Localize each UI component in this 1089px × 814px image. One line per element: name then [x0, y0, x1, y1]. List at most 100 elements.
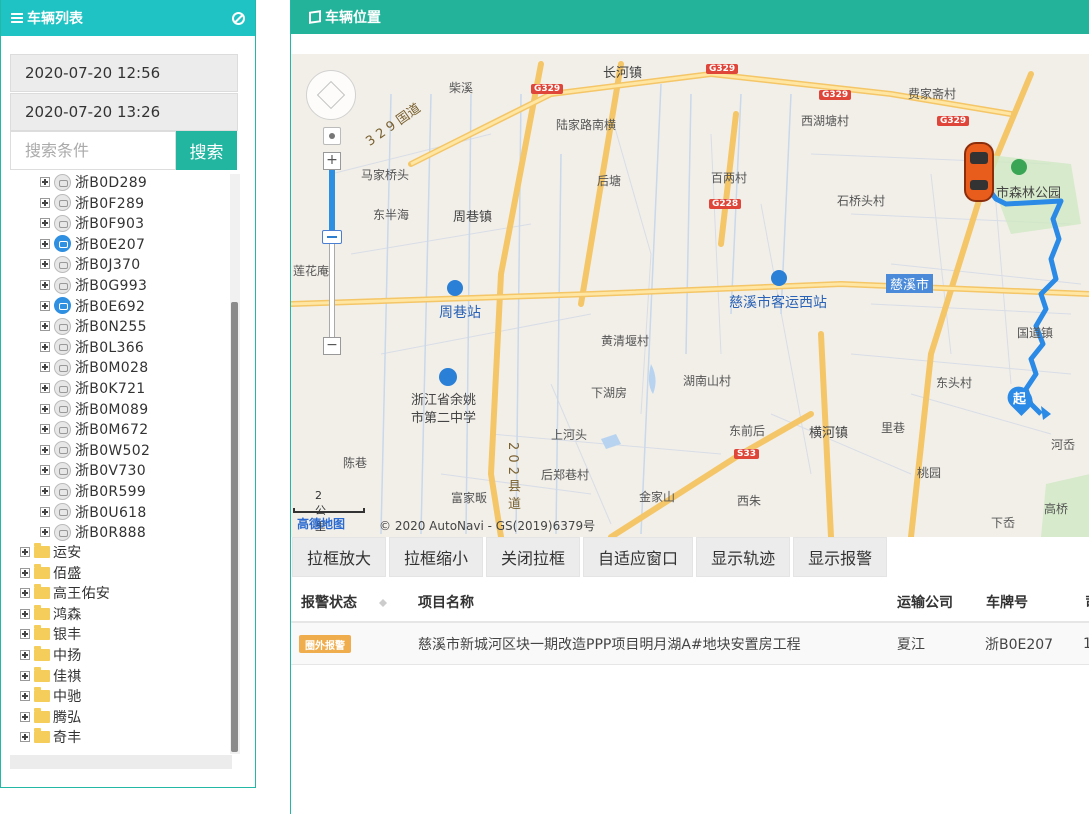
map-label: 陆家路南横: [556, 118, 617, 132]
fit-window-button[interactable]: 自适应窗口: [583, 537, 694, 577]
expand-icon[interactable]: [40, 218, 50, 229]
map-icon: [309, 10, 321, 24]
vehicle-item[interactable]: 浙B0M028: [40, 357, 148, 377]
vehicle-item[interactable]: 浙B0L366: [40, 337, 144, 357]
map-label: 河岙: [1051, 438, 1076, 452]
expand-icon[interactable]: [40, 383, 50, 393]
map-pan-control[interactable]: [306, 70, 356, 120]
show-track-button[interactable]: 显示轨迹: [696, 537, 791, 577]
group-label: 佳祺: [53, 668, 82, 685]
expand-icon[interactable]: [40, 177, 50, 187]
vehicle-plate: 浙B0E207: [75, 236, 146, 253]
vehicle-position-panel: 车辆位置 G329 G329 G329 G329 G228 S33 柴溪 长河镇…: [290, 0, 1089, 814]
vehicle-item[interactable]: 浙B0V730: [40, 460, 146, 480]
header-extra: 司: [1085, 581, 1089, 623]
park-icon: [1011, 159, 1027, 175]
vehicle-item[interactable]: 浙B0U618: [40, 502, 147, 522]
expand-icon[interactable]: [40, 341, 50, 352]
zoom-slider-handle[interactable]: [322, 230, 342, 244]
expand-icon[interactable]: [40, 527, 50, 538]
group-item[interactable]: 中驰: [20, 686, 82, 706]
expand-icon[interactable]: [40, 280, 50, 290]
search-button[interactable]: 搜索: [176, 131, 237, 170]
expand-icon[interactable]: [40, 197, 50, 208]
group-label: 奇丰: [53, 730, 82, 747]
vehicle-plate: 浙B0R599: [75, 484, 147, 500]
group-item[interactable]: 腾弘: [20, 707, 82, 727]
group-item[interactable]: 佳祺: [20, 666, 82, 686]
sort-icon[interactable]: [379, 595, 387, 609]
vehicle-item[interactable]: 浙B0W502: [40, 440, 150, 460]
expand-icon[interactable]: [40, 465, 50, 476]
header-alarm-status[interactable]: 报警状态: [301, 581, 387, 623]
expand-icon[interactable]: [40, 259, 50, 270]
box-zoom-in-button[interactable]: 拉框放大: [292, 537, 387, 577]
expand-icon[interactable]: [20, 629, 30, 640]
start-time-field[interactable]: 2020-07-20 12:56: [10, 54, 238, 92]
expand-icon[interactable]: [20, 650, 30, 660]
vehicle-item[interactable]: 浙B0M089: [40, 399, 148, 419]
expand-icon[interactable]: [20, 670, 30, 681]
vehicle-car-icon[interactable]: [964, 142, 994, 202]
locate-button[interactable]: [323, 127, 341, 145]
vehicle-item[interactable]: 浙B0R599: [40, 481, 146, 501]
zoom-out-button[interactable]: −: [323, 337, 341, 355]
expand-icon[interactable]: [40, 424, 50, 435]
vehicle-item[interactable]: 浙B0K721: [40, 378, 146, 398]
group-label: 腾弘: [53, 709, 82, 726]
car-icon: [54, 523, 71, 541]
expand-icon[interactable]: [40, 321, 50, 332]
vehicle-position-header: 车辆位置: [291, 0, 1089, 34]
expand-icon[interactable]: [20, 711, 30, 722]
vehicle-item[interactable]: 浙B0N255: [40, 316, 147, 336]
expand-icon[interactable]: [40, 300, 50, 311]
map-label: 马家桥头: [361, 168, 410, 182]
vehicle-item[interactable]: 浙B0E692: [40, 296, 145, 316]
vehicle-item[interactable]: 浙B0F289: [40, 193, 144, 213]
show-alarm-button[interactable]: 显示报警: [793, 537, 888, 577]
map-roads: [291, 54, 1089, 537]
group-item[interactable]: 佰盛: [20, 563, 82, 583]
expand-icon[interactable]: [40, 403, 50, 414]
vehicle-item[interactable]: 浙B0E207: [40, 234, 145, 254]
group-item[interactable]: 中扬: [20, 645, 82, 665]
map-label: 莲花庵: [293, 264, 330, 278]
folder-icon: [34, 707, 50, 723]
box-zoom-out-button[interactable]: 拉框缩小: [389, 537, 484, 577]
search-input[interactable]: [10, 131, 176, 170]
expand-icon[interactable]: [40, 238, 50, 249]
car-icon: [54, 276, 71, 294]
vehicle-item[interactable]: 浙B0M672: [40, 419, 148, 439]
vehicle-item[interactable]: 浙B0F903: [40, 213, 144, 233]
vehicle-item[interactable]: 浙B0R888: [40, 522, 146, 542]
ban-icon[interactable]: [232, 11, 245, 25]
group-item[interactable]: 高王佑安: [20, 583, 110, 603]
expand-icon[interactable]: [20, 547, 30, 557]
tree-scrollbar-thumb[interactable]: [231, 302, 238, 752]
expand-icon[interactable]: [20, 732, 30, 743]
list-icon: [11, 13, 23, 23]
map-view[interactable]: G329 G329 G329 G329 G228 S33 柴溪 长河镇 费家斋村…: [291, 54, 1089, 537]
group-item[interactable]: 奇丰: [20, 727, 82, 747]
vehicle-item[interactable]: 浙B0G993: [40, 275, 147, 295]
expand-icon[interactable]: [20, 567, 30, 578]
group-item[interactable]: 鸿森: [20, 604, 82, 624]
close-box-button[interactable]: 关闭拉框: [486, 537, 581, 577]
table-row[interactable]: 圈外报警 慈溪市新城河区块一期改造PPP项目明月湖A#地块安置房工程 夏江 浙B…: [291, 623, 1089, 665]
header-transport-company: 运输公司: [897, 595, 953, 611]
group-item[interactable]: 银丰: [20, 624, 82, 644]
expand-icon[interactable]: [40, 486, 50, 496]
expand-icon[interactable]: [40, 444, 50, 455]
end-time-field[interactable]: 2020-07-20 13:26: [10, 93, 238, 131]
expand-icon[interactable]: [20, 588, 30, 599]
group-item[interactable]: 运安: [20, 542, 82, 562]
zoom-in-button[interactable]: +: [323, 152, 341, 170]
vehicle-plate: 浙B0V730: [75, 463, 146, 480]
map-label: 慈溪市: [886, 274, 934, 293]
expand-icon[interactable]: [20, 691, 30, 702]
vehicle-item[interactable]: 浙B0D289: [40, 172, 147, 192]
expand-icon[interactable]: [40, 506, 50, 517]
vehicle-item[interactable]: 浙B0J370: [40, 254, 140, 274]
expand-icon[interactable]: [40, 362, 50, 373]
expand-icon[interactable]: [20, 608, 30, 619]
